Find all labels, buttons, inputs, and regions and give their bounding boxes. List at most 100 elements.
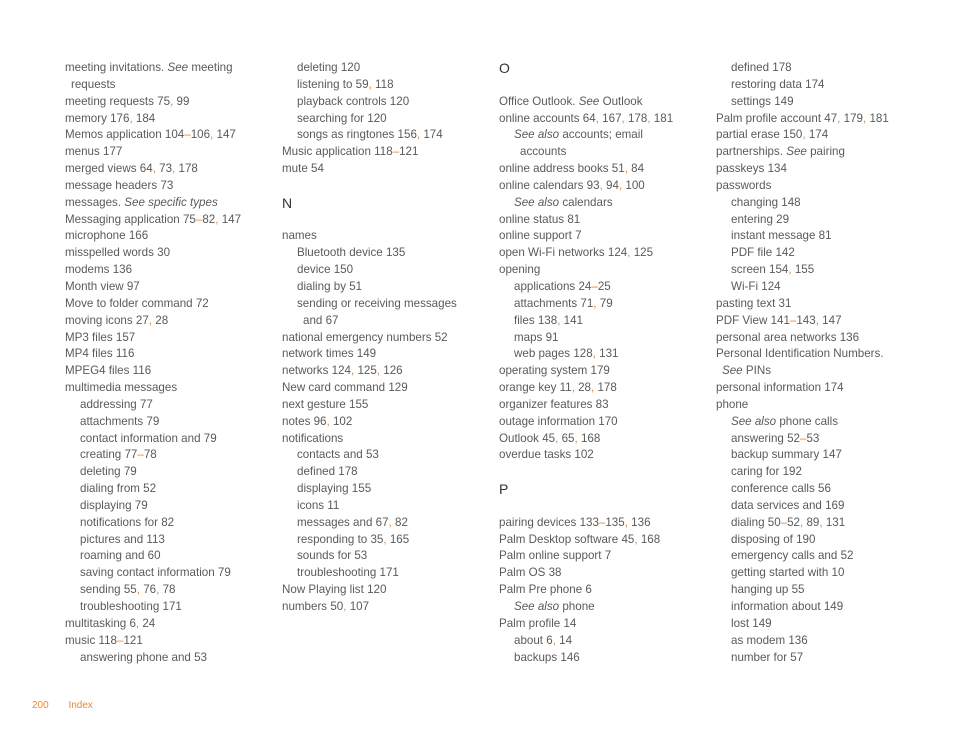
page-range[interactable]: 75–82 [183,213,215,226]
page-reference[interactable]: 128 [573,347,592,360]
page-reference[interactable]: 93 [587,179,600,192]
page-reference[interactable]: 136 [788,634,807,647]
page-reference[interactable]: 124 [608,246,627,259]
page-reference[interactable]: 102 [574,448,593,461]
page-reference[interactable]: 149 [824,600,843,613]
page-reference[interactable]: 113 [146,533,164,546]
page-reference[interactable]: 149 [752,617,771,630]
page-reference[interactable]: 131 [599,347,618,360]
page-reference[interactable]: 129 [388,381,407,394]
page-reference[interactable]: 10 [832,566,845,579]
page-reference[interactable]: 146 [560,651,579,664]
page-reference[interactable]: 178 [179,162,198,175]
page-reference[interactable]: 168 [581,432,600,445]
page-reference[interactable]: 14 [559,634,572,647]
page-reference[interactable]: 124 [332,364,351,377]
page-reference[interactable]: 147 [222,213,241,226]
page-reference[interactable]: 82 [161,516,174,529]
page-reference[interactable]: 7 [605,549,611,562]
page-reference[interactable]: 116 [133,364,151,377]
page-range[interactable]: 118–121 [99,634,143,647]
page-reference[interactable]: 77 [140,398,153,411]
page-reference[interactable]: 52 [435,331,448,344]
page-reference[interactable]: 147 [823,448,842,461]
page-reference[interactable]: 154 [769,263,788,276]
page-reference[interactable]: 174 [824,381,843,394]
page-reference[interactable]: 141 [564,314,583,327]
page-reference[interactable]: 73 [160,179,173,192]
page-reference[interactable]: 53 [354,549,367,562]
page-reference[interactable]: 35 [370,533,383,546]
page-reference[interactable]: 45 [542,432,555,445]
page-reference[interactable]: 178 [628,112,647,125]
page-reference[interactable]: 27 [136,314,149,327]
page-reference[interactable]: 79 [600,297,613,310]
page-reference[interactable]: 177 [103,145,122,158]
page-reference[interactable]: 179 [591,364,610,377]
page-reference[interactable]: 100 [625,179,644,192]
page-reference[interactable]: 57 [790,651,803,664]
page-reference[interactable]: 55 [792,583,805,596]
page-reference[interactable]: 54 [311,162,324,175]
page-reference[interactable]: 181 [869,112,888,125]
page-reference[interactable]: 28 [578,381,591,394]
page-reference[interactable]: 47 [824,112,837,125]
page-reference[interactable]: 83 [596,398,609,411]
page-reference[interactable]: 168 [641,533,660,546]
page-reference[interactable]: 79 [124,465,137,478]
page-reference[interactable]: 148 [781,196,800,209]
page-reference[interactable]: 169 [825,499,844,512]
page-reference[interactable]: 28 [155,314,168,327]
page-reference[interactable]: 52 [143,482,156,495]
page-reference[interactable]: 118 [375,78,393,91]
page-reference[interactable]: 170 [598,415,617,428]
page-reference[interactable]: 11 [560,381,572,394]
page-reference[interactable]: 52 [841,549,854,562]
page-range[interactable]: 141–143 [771,314,816,327]
page-reference[interactable]: 76 [143,583,156,596]
page-reference[interactable]: 55 [124,583,137,596]
page-reference[interactable]: 171 [380,566,399,579]
page-reference[interactable]: 131 [826,516,845,529]
page-reference[interactable]: 67 [326,314,339,327]
page-reference[interactable]: 30 [157,246,170,259]
page-reference[interactable]: 156 [398,128,417,141]
page-reference[interactable]: 126 [383,364,402,377]
page-reference[interactable]: 56 [818,482,831,495]
page-reference[interactable]: 65 [562,432,575,445]
page-reference[interactable]: 29 [776,213,789,226]
page-reference[interactable]: 150 [334,263,353,276]
page-reference[interactable]: 157 [116,331,135,344]
page-reference[interactable]: 53 [194,651,207,664]
page-reference[interactable]: 6 [585,583,591,596]
page-reference[interactable]: 178 [338,465,357,478]
page-reference[interactable]: 120 [367,583,386,596]
page-reference[interactable]: 59 [356,78,369,91]
page-reference[interactable]: 125 [357,364,376,377]
page-reference[interactable]: 64 [583,112,596,125]
page-reference[interactable]: 125 [634,246,653,259]
page-reference[interactable]: 73 [159,162,172,175]
page-reference[interactable]: 38 [549,566,562,579]
page-reference[interactable]: 178 [772,61,791,74]
page-reference[interactable]: 71 [580,297,593,310]
page-reference[interactable]: 155 [795,263,814,276]
page-reference[interactable]: 79 [146,415,159,428]
page-reference[interactable]: 192 [783,465,802,478]
page-reference[interactable]: 135 [386,246,405,259]
page-reference[interactable]: 107 [350,600,369,613]
page-reference[interactable]: 79 [204,432,217,445]
page-reference[interactable]: 138 [538,314,557,327]
page-reference[interactable]: 82 [395,516,408,529]
page-reference[interactable]: 24 [142,617,155,630]
page-reference[interactable]: 14 [563,617,576,630]
page-reference[interactable]: 51 [612,162,625,175]
page-reference[interactable]: 136 [113,263,132,276]
page-reference[interactable]: 91 [546,331,559,344]
page-reference[interactable]: 120 [390,95,409,108]
page-reference[interactable]: 75 [157,95,170,108]
page-reference[interactable]: 155 [349,398,368,411]
page-reference[interactable]: 53 [366,448,379,461]
page-reference[interactable]: 81 [819,229,832,242]
page-reference[interactable]: 99 [177,95,190,108]
